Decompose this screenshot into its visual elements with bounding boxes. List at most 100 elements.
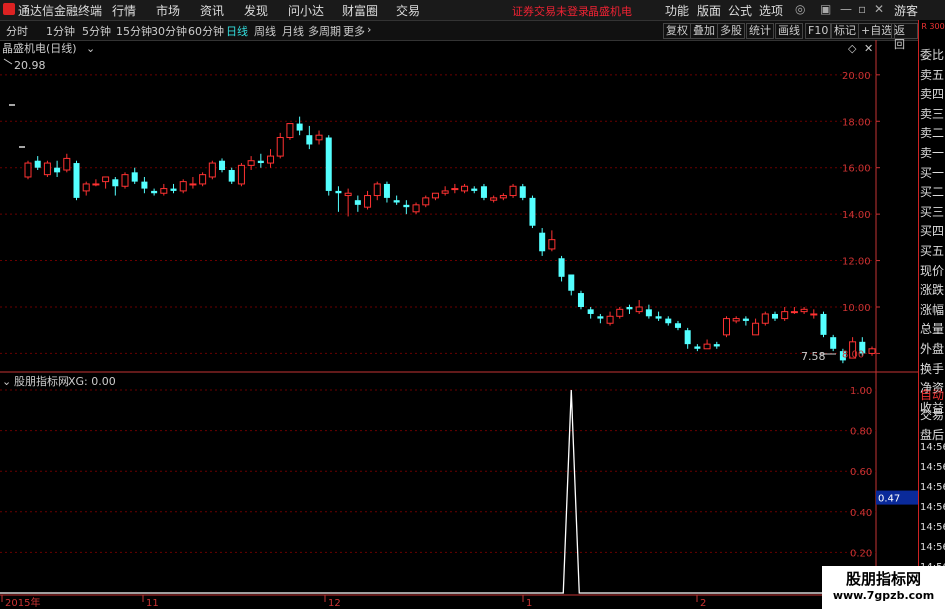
menu-wealth[interactable]: 财富圈 xyxy=(342,2,378,19)
minimize-icon[interactable]: — xyxy=(840,2,852,16)
menu-layout[interactable]: 版面 xyxy=(697,2,721,19)
candle xyxy=(674,320,681,331)
period-5min[interactable]: 5分钟 xyxy=(82,23,111,39)
candle-body xyxy=(568,274,575,291)
period-more[interactable]: 更多 xyxy=(343,23,365,39)
menu-market[interactable]: 市场 xyxy=(156,2,180,19)
y-tick-label: 18.00 xyxy=(842,117,871,128)
guest-user[interactable]: 游客 xyxy=(894,2,918,19)
menu-quotes[interactable]: 行情 xyxy=(112,2,136,19)
candle xyxy=(151,188,158,196)
candle-body xyxy=(441,190,449,194)
candle xyxy=(102,176,110,189)
tool-multistock[interactable]: 多股 xyxy=(717,23,745,39)
candle-body xyxy=(606,315,614,324)
panel-label: 换手 xyxy=(920,361,945,376)
candle-body xyxy=(267,155,275,164)
period-30min[interactable]: 30分钟 xyxy=(151,23,187,39)
panel-trade-time: 14:56 xyxy=(920,442,945,453)
period-1min[interactable]: 1分钟 xyxy=(46,23,75,39)
indicator-tick-label: 0.60 xyxy=(850,467,872,478)
chart-title: 晶盛机电(日线) xyxy=(2,41,77,55)
close-icon[interactable]: ✕ xyxy=(874,2,884,16)
headset-icon[interactable]: ◎ xyxy=(795,2,805,16)
candle-body xyxy=(151,190,158,194)
candle-body xyxy=(189,183,197,186)
indicator-tick-label: 0.40 xyxy=(850,508,872,519)
tool-back[interactable]: 返回 xyxy=(891,23,918,51)
tool-overlay[interactable]: 叠加 xyxy=(690,23,718,39)
candle xyxy=(54,160,61,177)
period-60min[interactable]: 60分钟 xyxy=(188,23,224,39)
period-monthly[interactable]: 月线 xyxy=(282,23,304,39)
candle-body xyxy=(539,232,546,252)
tool-stats[interactable]: 统计 xyxy=(746,23,774,39)
candle xyxy=(112,176,119,196)
candle-body xyxy=(655,316,662,319)
panel-lower-label: 盘后 xyxy=(920,428,945,442)
candle xyxy=(539,228,546,256)
low-marker: 7.58 xyxy=(801,350,826,363)
candle xyxy=(790,306,798,314)
candle-body xyxy=(296,123,303,131)
candle-body xyxy=(577,293,584,307)
tool-draw[interactable]: 画线 xyxy=(775,23,803,39)
candle xyxy=(73,160,80,201)
period-daily[interactable]: 日线 xyxy=(226,23,248,39)
panel-label: 涨跌 xyxy=(920,283,945,298)
candle-body xyxy=(742,318,749,321)
chevron-right-icon[interactable]: › xyxy=(367,23,371,36)
tool-add-watch[interactable]: +自选 xyxy=(858,23,896,39)
tool-mark[interactable]: 标记 xyxy=(831,23,859,39)
indicator-value: XG: 0.00 xyxy=(68,375,116,388)
period-multi[interactable]: 多周期 xyxy=(308,23,341,39)
candle-body xyxy=(82,183,90,192)
menu-formula[interactable]: 公式 xyxy=(728,2,752,19)
menu-xiaoda[interactable]: 问小达 xyxy=(288,2,324,19)
period-15min[interactable]: 15分钟 xyxy=(116,23,152,39)
panel-lower-label[interactable]: 自动 xyxy=(920,386,945,403)
tool-adjust[interactable]: 复权 xyxy=(663,23,691,39)
tool-f10[interactable]: F10 xyxy=(805,23,832,39)
menu-options[interactable]: 选项 xyxy=(759,2,783,19)
candle xyxy=(160,183,168,196)
menu-news[interactable]: 资讯 xyxy=(200,2,224,19)
candle xyxy=(694,344,701,352)
candle-body xyxy=(34,160,41,168)
login-warning[interactable]: 证券交易未登录 xyxy=(512,3,589,19)
period-weekly[interactable]: 周线 xyxy=(254,23,276,39)
menu-function[interactable]: 功能 xyxy=(665,2,689,19)
candle xyxy=(131,167,138,184)
candle-body xyxy=(276,137,284,157)
menu-discover[interactable]: 发现 xyxy=(244,2,268,19)
candle xyxy=(606,311,614,326)
candle-body xyxy=(635,306,643,313)
candle-body xyxy=(616,308,624,317)
indicator-dropdown-icon[interactable]: ⌄ xyxy=(2,375,11,388)
candle xyxy=(228,167,235,184)
candle xyxy=(92,179,100,187)
candle xyxy=(480,183,487,201)
candle-body xyxy=(771,313,778,319)
candle-body xyxy=(587,309,594,314)
close-chart-icon[interactable]: ✕ xyxy=(864,42,873,55)
quote-panel: R 300 委比 卖五 卖四 卖三 卖二 卖一 买一 买二 买三 买四 买五 现价 涨跌 涨幅 总量 外盘 换手… xyxy=(918,20,945,609)
candle-body xyxy=(597,316,604,319)
candle xyxy=(199,172,207,187)
candle xyxy=(752,318,760,336)
candle xyxy=(335,186,342,212)
candle-body xyxy=(868,348,876,354)
panel-label: 买四 xyxy=(920,224,945,239)
candle-body xyxy=(43,162,51,176)
kline-chart[interactable]: 20.00 18.00 16.00 14.00 12.00 10.00 8.00 1.00 0.… xyxy=(0,40,918,609)
chart-title-dropdown-icon[interactable]: ⌄ xyxy=(86,42,95,55)
period-tick[interactable]: 分时 xyxy=(6,23,28,39)
menu-trade[interactable]: 交易 xyxy=(396,2,420,19)
candle xyxy=(519,183,526,201)
diamond-icon[interactable]: ◇ xyxy=(848,42,857,55)
skin-icon[interactable]: ▣ xyxy=(820,2,831,16)
restore-icon[interactable]: ▫ xyxy=(858,2,866,16)
indicator-tick-label: 1.00 xyxy=(850,386,872,397)
candle xyxy=(635,300,643,314)
candle xyxy=(800,306,808,314)
